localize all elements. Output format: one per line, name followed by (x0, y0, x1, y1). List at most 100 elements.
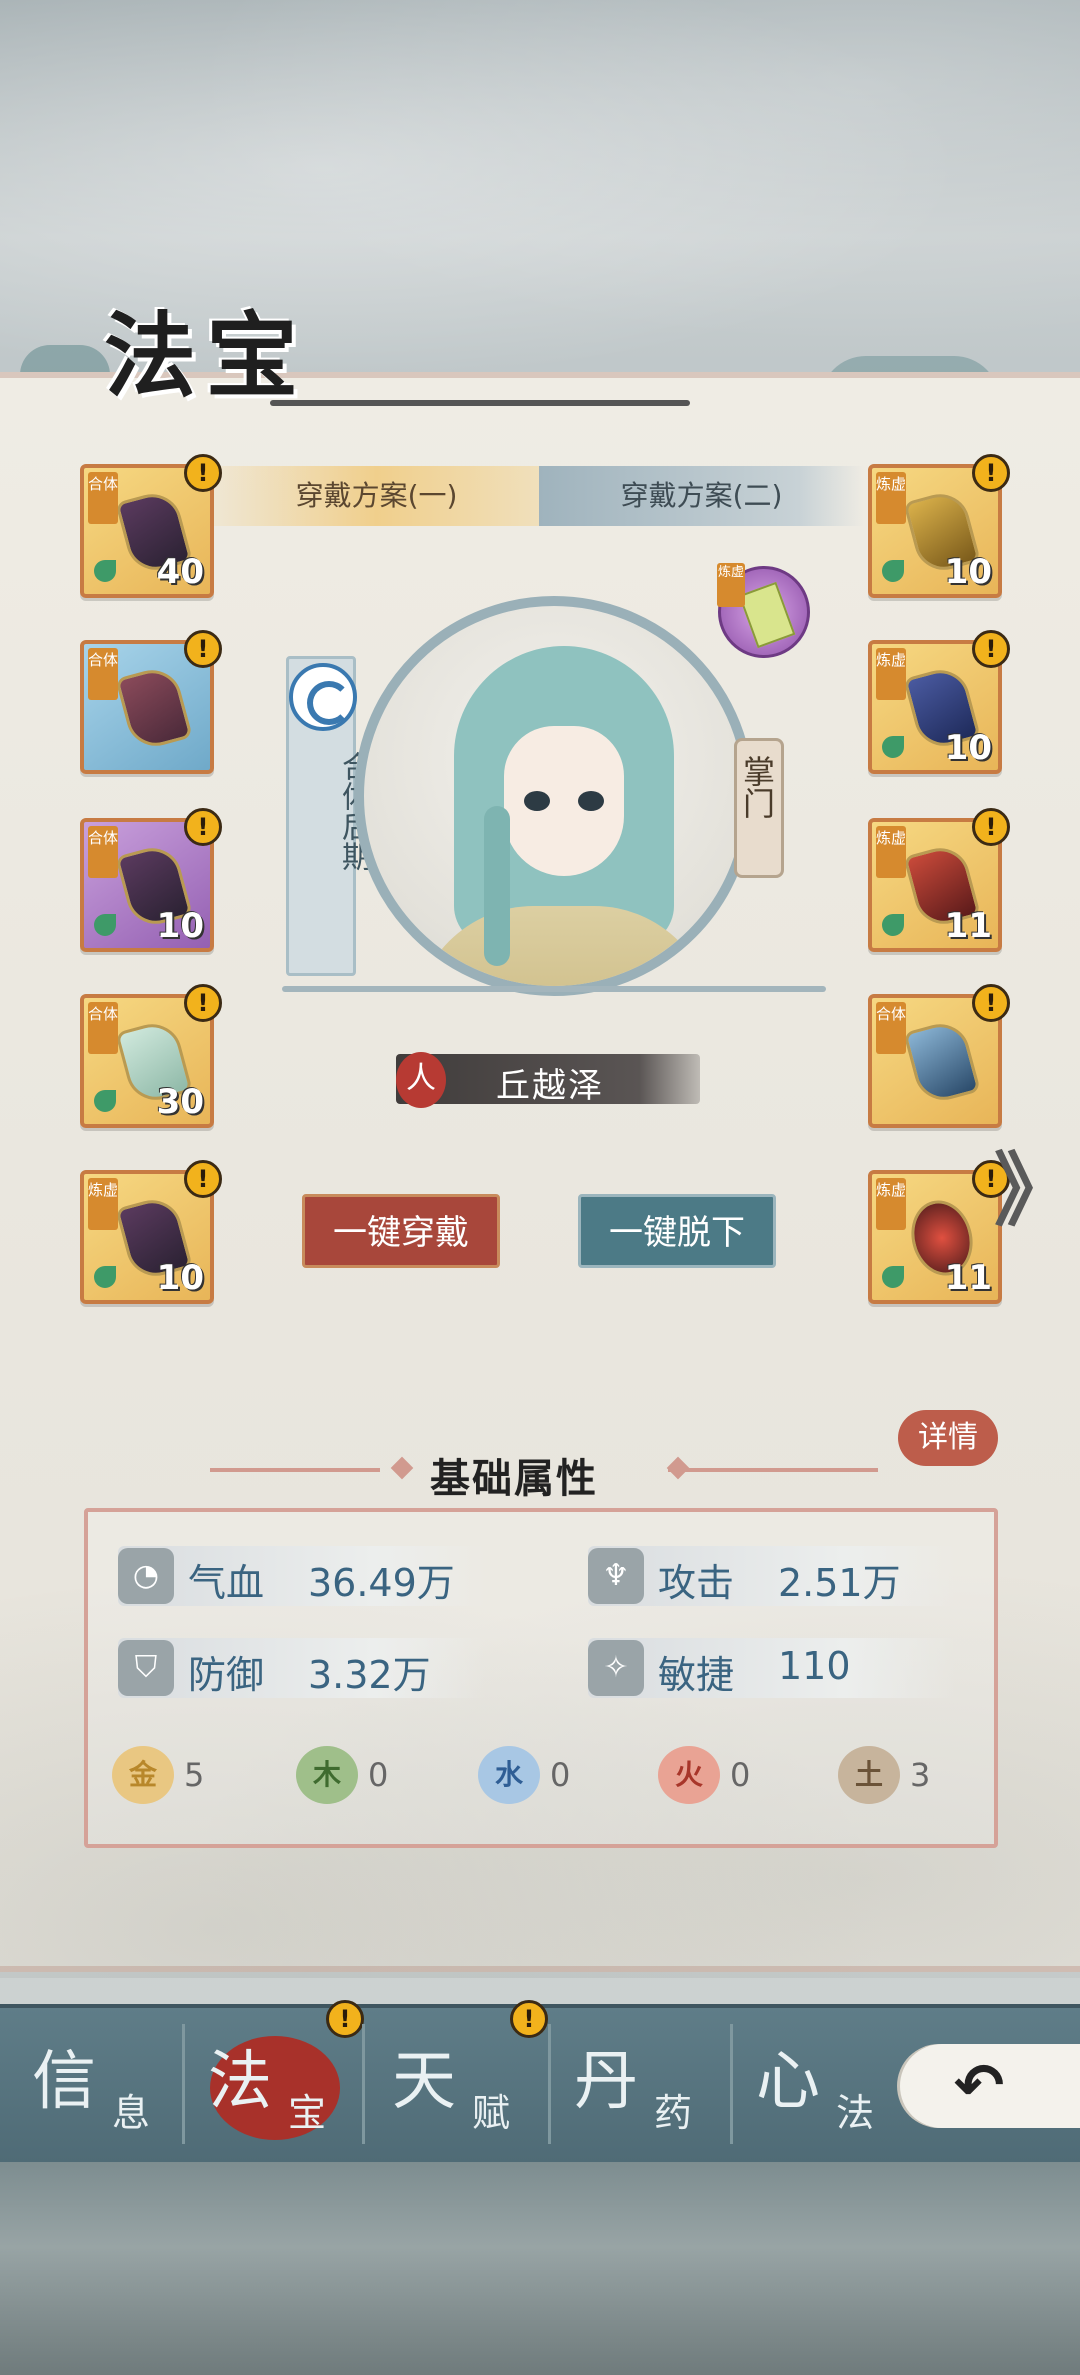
stat-value: 36.49万 (308, 1561, 455, 1605)
nav-divider (730, 2024, 733, 2144)
stat-agility: ✧ 敏捷 110 (588, 1638, 956, 1698)
character-portrait[interactable] (354, 596, 754, 996)
section-title: 基础属性 (430, 1456, 598, 1502)
nav-divider (362, 2024, 365, 2144)
element-value: 0 (730, 1756, 751, 1794)
nav-treasure[interactable]: 法 宝 ! (196, 2000, 372, 2140)
nav-label: 信 (32, 2045, 96, 2119)
treasure-slot-left-5[interactable]: 炼虚 ! 10 (80, 1160, 222, 1304)
nav-label: 丹 (574, 2045, 638, 2119)
nav-talent[interactable]: 天 赋 ! (380, 2000, 556, 2140)
character-portrait-frame (282, 596, 826, 1060)
stat-defense: ⛉ 防御 3.32万 (118, 1638, 486, 1698)
realm-tag: 合体 (88, 826, 118, 878)
level-label: 11 (944, 1258, 992, 1298)
nav-info[interactable]: 信 息 (20, 2030, 196, 2140)
leaf-icon (94, 560, 116, 582)
wood-element-icon: 木 (296, 1746, 358, 1804)
realm-tag: 合体 (88, 648, 118, 700)
treasure-slot-right-1[interactable]: 炼虚 ! 10 (868, 454, 1010, 598)
nav-label: 心 (756, 2045, 820, 2119)
landscape-backdrop (0, 2162, 1080, 2375)
nav-label: 法 (208, 2045, 272, 2119)
equip-all-button[interactable]: 一键穿戴 (302, 1194, 500, 1268)
tab-plan-1[interactable]: 穿戴方案(一) (214, 466, 539, 526)
next-page-arrow-icon[interactable]: 》 (994, 1146, 1074, 1236)
nav-sublabel: 宝 (288, 2091, 327, 2135)
nav-sublabel: 药 (654, 2091, 693, 2135)
treasure-slot-right-3[interactable]: 炼虚 ! 11 (868, 808, 1010, 952)
level-label: 10 (156, 1258, 204, 1298)
portrait-base (282, 976, 826, 1006)
element-value: 5 (184, 1756, 205, 1794)
stat-label: 气血 (188, 1561, 265, 1605)
leaf-icon (882, 736, 904, 758)
treasure-slot-left-1[interactable]: 合体 ! 40 (80, 454, 222, 598)
details-button[interactable]: 详情 (898, 1410, 998, 1466)
realm-panel: 合体后期 (286, 656, 371, 976)
alert-badge: ! (184, 454, 222, 492)
tab-plan-2[interactable]: 穿戴方案(二) (539, 466, 864, 526)
alert-badge: ! (184, 1160, 222, 1198)
ornament-line (210, 1468, 380, 1472)
character-braid (484, 806, 510, 966)
realm-tag: 炼虚 (876, 472, 906, 524)
element-value: 0 (550, 1756, 571, 1794)
treasure-slot-left-3[interactable]: 合体 ! 10 (80, 808, 222, 952)
nav-pill[interactable]: 丹 药 (562, 2030, 738, 2140)
level-label: 30 (156, 1082, 204, 1122)
stat-attack: ♆ 攻击 2.51万 (588, 1546, 956, 1606)
character-face (504, 726, 624, 876)
level-label: 10 (156, 906, 204, 946)
plan-tabs: 穿戴方案(一) 穿戴方案(二) (214, 466, 864, 526)
realm-tag: 合体 (876, 1002, 906, 1054)
treasure-slot-right-5[interactable]: 炼虚 ! 11 (868, 1160, 1010, 1304)
attack-icon: ♆ (588, 1548, 644, 1604)
nav-sublabel: 赋 (472, 2091, 511, 2135)
nav-divider (182, 2024, 185, 2144)
leaf-icon (882, 914, 904, 936)
realm-tag: 炼虚 (717, 563, 745, 607)
nav-mind-art[interactable]: 心 法 (744, 2030, 920, 2140)
blood-icon: ◔ (118, 1548, 174, 1604)
level-label: 40 (156, 552, 204, 592)
treasure-icon (903, 1017, 981, 1107)
agility-icon: ✧ (588, 1640, 644, 1696)
leaf-icon (882, 560, 904, 582)
treasure-slot-right-2[interactable]: 炼虚 ! 10 (868, 630, 1010, 774)
shield-icon: ⛉ (118, 1640, 174, 1696)
realm-tag: 炼虚 (876, 1178, 906, 1230)
alert-badge: ! (184, 808, 222, 846)
treasure-slot-right-4[interactable]: 合体 ! (868, 984, 1010, 1128)
alert-badge: ! (972, 984, 1010, 1022)
stat-hp: ◔ 气血 36.49万 (118, 1546, 486, 1606)
realm-tag: 合体 (88, 1002, 118, 1054)
title-underline (270, 400, 690, 406)
nav-sublabel: 法 (836, 2091, 875, 2135)
leaf-icon (94, 914, 116, 936)
water-element-icon (289, 663, 357, 731)
unequip-all-button[interactable]: 一键脱下 (578, 1194, 776, 1268)
realm-tag: 炼虚 (876, 648, 906, 700)
element-value: 3 (910, 1756, 931, 1794)
alert-badge: ! (972, 630, 1010, 668)
treasure-slot-left-2[interactable]: 合体 ! (80, 630, 222, 774)
earth-element-icon: 土 (838, 1746, 900, 1804)
alert-badge: ! (510, 2000, 548, 2038)
treasure-slot-left-4[interactable]: 合体 ! 30 (80, 984, 222, 1128)
stat-label: 攻击 (658, 1561, 735, 1605)
back-button[interactable]: ↶ (900, 2044, 1080, 2128)
stat-value: 2.51万 (778, 1561, 901, 1605)
element-value: 0 (368, 1756, 389, 1794)
leaf-icon (94, 1266, 116, 1288)
character-eye (524, 791, 550, 811)
alert-badge: ! (184, 630, 222, 668)
race-badge: 人 (396, 1052, 446, 1108)
nav-sublabel: 息 (112, 2091, 151, 2135)
fire-element-icon: 火 (658, 1746, 720, 1804)
leaf-icon (94, 1090, 116, 1112)
rank-panel: 掌门 (734, 738, 784, 878)
stat-label: 敏捷 (658, 1653, 735, 1697)
charm-slot[interactable]: 炼虚 (717, 563, 810, 658)
nav-label: 天 (392, 2045, 456, 2119)
